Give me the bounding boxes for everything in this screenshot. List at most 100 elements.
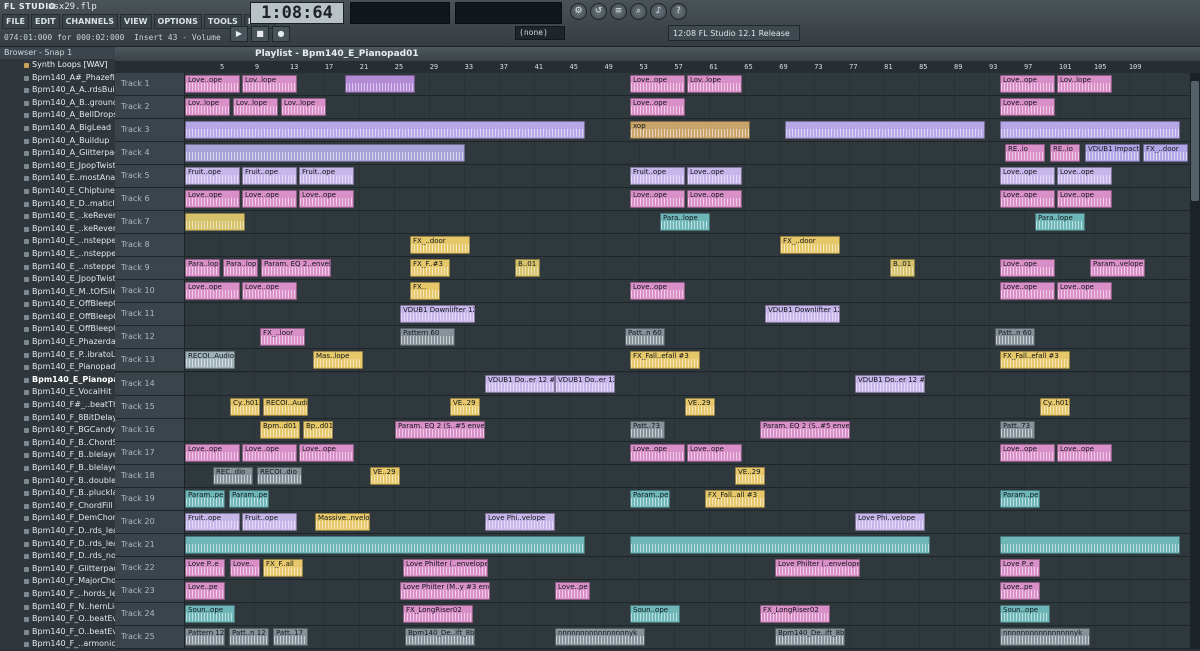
menu-file[interactable]: FILE xyxy=(2,14,30,29)
playlist-clip[interactable]: Para..lope xyxy=(1035,213,1085,232)
browser-item[interactable]: Bpm140_F_ChordFill xyxy=(0,500,115,513)
playlist-clip[interactable]: Lov..lope xyxy=(687,75,742,93)
browser-item[interactable]: Bpm140_F_D..rds_nobass xyxy=(0,550,115,563)
playlist-clip[interactable]: Love P..e xyxy=(185,558,225,577)
track-header[interactable]: Track 13 xyxy=(115,349,185,372)
track-header[interactable]: Track 21 xyxy=(115,533,185,556)
menu-channels[interactable]: CHANNELS xyxy=(61,14,119,29)
track-lane[interactable]: Lov..lope Lov..lope Lov..lope Love..ope Love… xyxy=(185,96,1190,119)
browser-item[interactable]: Bpm140_F_D..rds_lead02 xyxy=(0,538,115,551)
playlist-clip[interactable]: Patt..n 60 xyxy=(625,328,665,347)
track-lane[interactable]: Fruit..opeFruit..ope Massive..nvelope Love… xyxy=(185,510,1190,533)
playlist-clip[interactable]: Love P..e xyxy=(1000,558,1040,577)
playlist-clip[interactable]: Love..pe xyxy=(1000,581,1040,600)
playlist-clip[interactable]: FX_..door xyxy=(1143,144,1188,163)
track-header[interactable]: Track 10 xyxy=(115,280,185,303)
playlist-clip[interactable]: Love..ope xyxy=(242,190,297,209)
playlist-clip[interactable]: Love..ope xyxy=(242,443,297,462)
track-header[interactable]: Track 12 xyxy=(115,326,185,349)
playlist-clip[interactable]: Love..ope xyxy=(299,443,354,462)
playlist-clip[interactable]: RECOI..Audio xyxy=(185,351,235,370)
playlist-clip[interactable]: Love..ope xyxy=(630,282,685,301)
playlist-clip[interactable]: FX_Fall..efall #3 xyxy=(1000,351,1070,370)
browser-item[interactable]: Bpm140_E_Phazerdance xyxy=(0,336,115,349)
track-header[interactable]: Track 19 xyxy=(115,487,185,510)
playlist-clip[interactable]: Love..ope xyxy=(1000,167,1055,186)
playlist-clip[interactable]: Patt..n 60 xyxy=(995,328,1035,347)
playlist-clip[interactable]: Love..ope xyxy=(630,443,685,462)
playlist-clip[interactable]: Pattern 60 xyxy=(400,328,455,347)
track-lane[interactable]: xop xyxy=(185,119,1190,142)
track-header[interactable]: Track 25 xyxy=(115,625,185,648)
playlist-clip[interactable]: Love..ope xyxy=(630,190,685,209)
playlist-clip[interactable] xyxy=(185,121,585,140)
track-lane[interactable]: Soun..ope FX_LongRiser02 Soun..ope FX_LongR… xyxy=(185,602,1190,625)
vertical-scrollbar[interactable] xyxy=(1190,73,1200,649)
track-lane[interactable]: RE..io RE..io VDUB1 Impact FX_..door xyxy=(185,142,1190,165)
track-lane[interactable]: FX_..loor Pattern 60 Patt..n 60 Patt..n 60 xyxy=(185,326,1190,349)
playlist-clip[interactable] xyxy=(1000,121,1180,140)
news-banner[interactable]: 12:08 FL Studio 12.1 Release xyxy=(668,25,800,41)
browser-item[interactable]: Bpm140_A_A..rdsBuildup xyxy=(0,84,115,97)
track-lane[interactable] xyxy=(185,533,1190,556)
playlist-clip[interactable] xyxy=(185,144,465,163)
playlist-clip[interactable]: Love..ope xyxy=(1000,190,1055,209)
playlist-clip[interactable] xyxy=(785,121,985,140)
playlist-clip[interactable]: VE..29 xyxy=(370,466,400,485)
track-lane[interactable]: Fruit..ope Fruit..ope Fruit..ope Fruit..ope… xyxy=(185,165,1190,188)
timeline-ruler[interactable]: 5 9 13 17 21 25 29 33 37 41 45 49 53 57 61 65 69 73 77 81 85… xyxy=(115,61,1200,73)
browser-item[interactable]: Bpm140_F_..hords_lead xyxy=(0,588,115,601)
record-icon[interactable]: ● xyxy=(272,26,290,42)
track-lane[interactable]: Cy..h01 RECOI..Audio VE..29 VE..29 Cy..h01 xyxy=(185,395,1190,418)
playlist-clip[interactable]: VE..29 xyxy=(685,397,715,416)
track-lane[interactable]: Para..lope Para..lope xyxy=(185,211,1190,234)
browser-item[interactable]: Bpm140_E_..nstepper02 xyxy=(0,248,115,261)
playlist-clip[interactable]: Para..lope xyxy=(660,213,710,232)
playlist-clip[interactable]: RECOI..Audio xyxy=(263,397,308,416)
playlist-clip[interactable]: RE..io xyxy=(1005,144,1045,163)
undo-icon[interactable]: ↺ xyxy=(590,3,607,20)
browser-item[interactable]: Bpm140_E_..nstepper01 xyxy=(0,235,115,248)
browser-item[interactable]: Bpm140_F_B..blelayer01 xyxy=(0,449,115,462)
browser-item[interactable]: Bpm140_A#_Phazefill xyxy=(0,72,115,85)
track-header[interactable]: Track 7 xyxy=(115,211,185,234)
browser-item[interactable]: Bpm140_A_B..groundArp xyxy=(0,97,115,110)
browser-item[interactable]: Bpm140_F_B..blelayer02 xyxy=(0,462,115,475)
playlist-clip[interactable]: FX.. xyxy=(410,282,440,301)
time-display[interactable]: 1:08:64 xyxy=(250,2,344,24)
playlist-clip[interactable]: VDUB1 Impact xyxy=(1085,144,1140,163)
playlist-clip[interactable]: FX_F..all xyxy=(263,558,303,577)
playlist-clip[interactable]: Soun..ope xyxy=(1000,604,1050,623)
playlist-clip[interactable]: Param. EQ 2 (S..#5 envelope xyxy=(760,420,850,439)
playlist-clip[interactable]: FX_Fall..all #3 xyxy=(705,489,765,508)
browser-item[interactable]: Bpm140_F_Glitterpad xyxy=(0,563,115,576)
playlist-clip[interactable] xyxy=(185,213,245,232)
playlist-clip[interactable]: nnnnnnnnnnnnnnnnyk xyxy=(1000,627,1090,646)
browser-item[interactable]: Bpm140_E_P..ibratoLine xyxy=(0,349,115,362)
browser-item[interactable]: Bpm140_F_O..beatEvil02 xyxy=(0,626,115,639)
playlist-clip[interactable]: RECOI..dio xyxy=(257,466,302,485)
browser-item[interactable]: Bpm140_A_BigLead xyxy=(0,122,115,135)
playlist-clip[interactable]: Mas..lope xyxy=(313,351,363,370)
browser-item[interactable]: Bpm140_E_..keReverb01 xyxy=(0,210,115,223)
browser-item[interactable]: Bpm140_F#_..beatThingy xyxy=(0,399,115,412)
playlist-clip[interactable]: Fruit..ope xyxy=(185,167,240,186)
playlist-clip[interactable]: nnnnnnnnnnnnnnnnyk xyxy=(555,627,645,646)
browser-folder[interactable]: Synth Loops [WAV] xyxy=(0,59,115,72)
playlist-clip[interactable]: Cy..h01 xyxy=(1040,397,1070,416)
browser-item[interactable]: Bpm140_E_JpopTwisted xyxy=(0,160,115,173)
menu-options[interactable]: OPTIONS xyxy=(153,14,202,29)
track-header[interactable]: Track 8 xyxy=(115,234,185,257)
stop-icon[interactable]: ■ xyxy=(251,26,269,42)
menu-edit[interactable]: EDIT xyxy=(31,14,60,29)
playlist-clip[interactable]: Bpm..d01 xyxy=(260,420,300,439)
playlist-clip[interactable]: Love Phi..velope xyxy=(855,512,925,531)
playlist-clip[interactable]: Param. EQ 2..envelope xyxy=(261,259,331,278)
track-lane[interactable]: Love..ope Love..ope FX.. Love..ope Love..ope… xyxy=(185,280,1190,303)
playlist-clip[interactable] xyxy=(185,535,585,554)
playlist-clip[interactable]: Love..ope xyxy=(1000,259,1055,278)
playlist-clip[interactable]: Love..pe xyxy=(185,581,225,600)
playlist-clip[interactable]: Param..pe xyxy=(185,489,225,508)
playlist-clip[interactable]: Bp..d01 xyxy=(303,420,333,439)
track-header[interactable]: Track 14 xyxy=(115,372,185,395)
